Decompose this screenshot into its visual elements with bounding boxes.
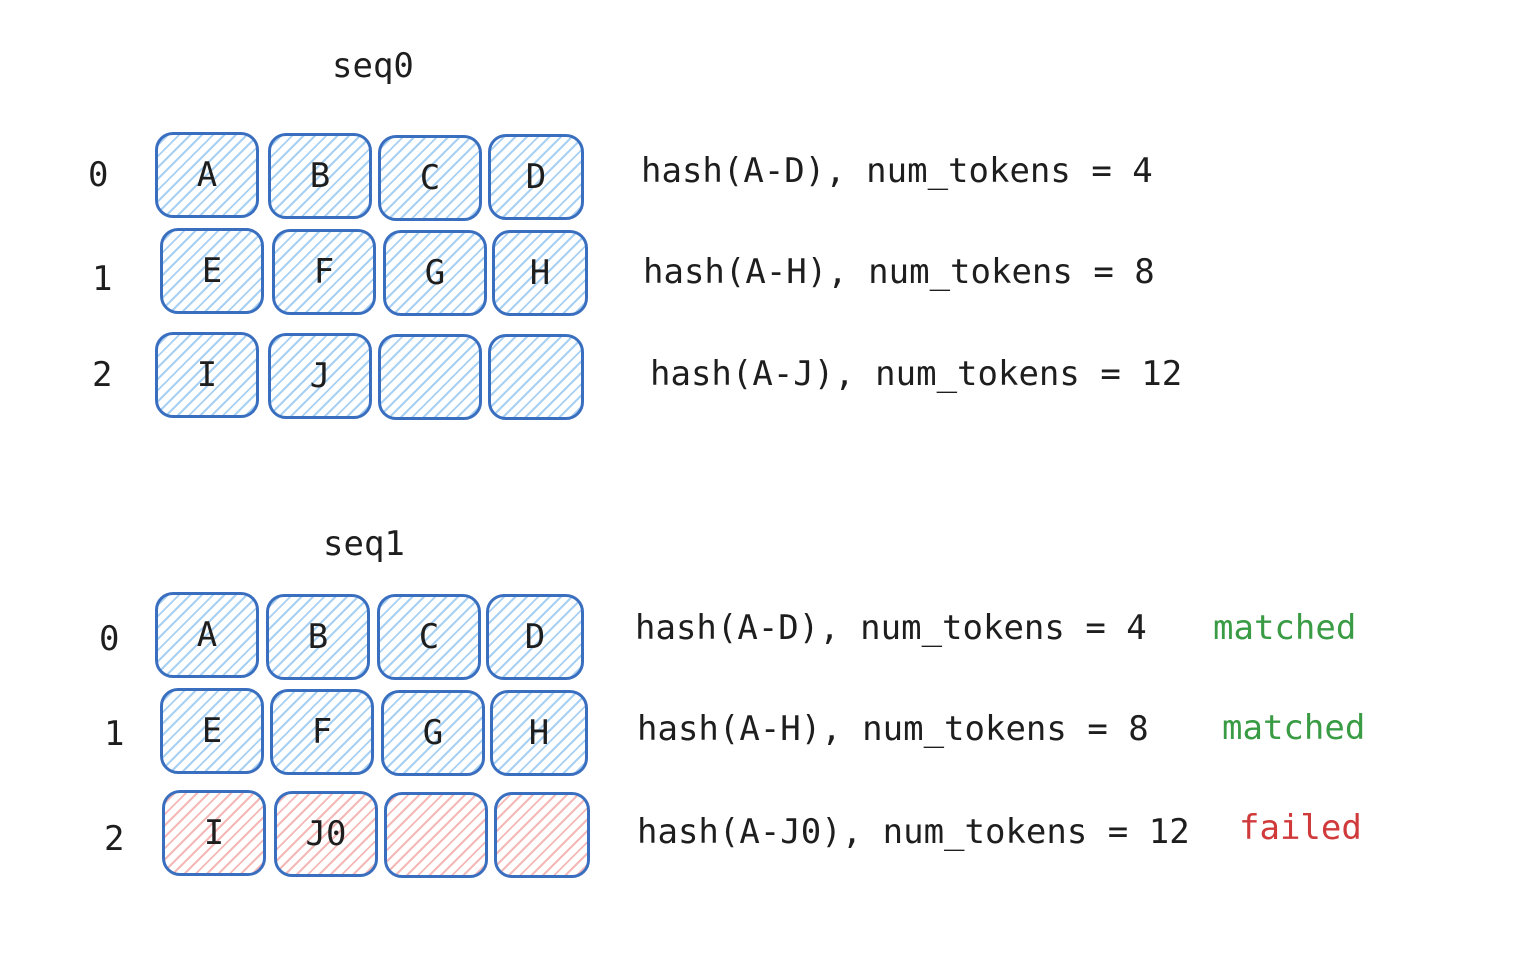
seq1-status-1: matched — [1222, 708, 1366, 748]
seq0-hash-1: hash(A-H), num_tokens = 8 — [643, 252, 1155, 292]
seq0-block-1-cell-0: E — [160, 228, 264, 314]
seq0-block-0-cell-1: B — [268, 133, 372, 219]
seq1-block-2-cell-3 — [494, 792, 590, 878]
token-label: I — [196, 355, 218, 395]
token-label: D — [524, 617, 546, 657]
token-label: I — [203, 813, 225, 853]
seq0-row-index-1: 1 — [92, 259, 113, 299]
seq1-block-1-cell-3: H — [490, 690, 588, 776]
seq1-block-0-cell-2: C — [377, 594, 481, 680]
seq0-block-2-cell-2 — [378, 334, 482, 420]
seq0-block-2-cell-1: J — [268, 333, 372, 419]
token-label: A — [196, 615, 218, 655]
seq1-block-2-cell-1: J0 — [274, 791, 378, 877]
token-label: C — [419, 158, 441, 198]
seq1-title: seq1 — [323, 524, 405, 564]
token-label: A — [196, 155, 218, 195]
seq1-block-1-cell-0: E — [160, 688, 264, 774]
seq0-hash-0: hash(A-D), num_tokens = 4 — [641, 151, 1153, 191]
seq1-row-index-2: 2 — [104, 819, 125, 859]
token-label: G — [422, 713, 444, 753]
seq0-block-0-cell-3: D — [488, 134, 584, 220]
token-label: E — [201, 711, 223, 751]
seq0-block-2-cell-0: I — [155, 332, 259, 418]
seq1-block-0-cell-3: D — [486, 594, 584, 680]
seq1-row-index-1: 1 — [104, 714, 125, 754]
seq0-block-1-cell-2: G — [383, 230, 487, 316]
seq1-block-2-cell-2 — [384, 792, 488, 878]
token-label: C — [418, 617, 440, 657]
seq0-hash-2: hash(A-J), num_tokens = 12 — [650, 354, 1183, 394]
seq1-block-0-cell-1: B — [266, 594, 370, 680]
seq0-block-0-cell-2: C — [378, 135, 482, 221]
token-label: B — [309, 156, 331, 196]
seq0-block-2-cell-3 — [488, 334, 584, 420]
seq0-block-1-cell-3: H — [492, 230, 588, 316]
token-label: H — [529, 253, 551, 293]
token-label: J0 — [305, 814, 347, 854]
token-label: D — [525, 157, 547, 197]
seq1-hash-1: hash(A-H), num_tokens = 8 — [637, 709, 1149, 749]
seq1-row-index-0: 0 — [99, 619, 120, 659]
token-label: G — [424, 253, 446, 293]
seq0-block-0-cell-0: A — [155, 132, 259, 218]
token-label: J — [309, 356, 331, 396]
seq1-block-1-cell-2: G — [381, 690, 485, 776]
seq0-row-index-2: 2 — [92, 355, 113, 395]
seq1-status-0: matched — [1213, 608, 1357, 648]
seq1-block-0-cell-0: A — [155, 592, 259, 678]
seq1-block-2-cell-0: I — [162, 790, 266, 876]
token-label: B — [307, 617, 329, 657]
token-label: F — [311, 712, 333, 752]
token-label: H — [528, 713, 550, 753]
seq0-title: seq0 — [332, 46, 414, 86]
token-label: F — [313, 252, 335, 292]
token-label: E — [201, 251, 223, 291]
seq1-status-2: failed — [1239, 808, 1362, 848]
seq0-block-1-cell-1: F — [272, 229, 376, 315]
seq0-row-index-0: 0 — [88, 155, 109, 195]
seq1-hash-0: hash(A-D), num_tokens = 4 — [635, 608, 1147, 648]
seq1-hash-2: hash(A-J0), num_tokens = 12 — [637, 812, 1190, 852]
seq1-block-1-cell-1: F — [270, 689, 374, 775]
